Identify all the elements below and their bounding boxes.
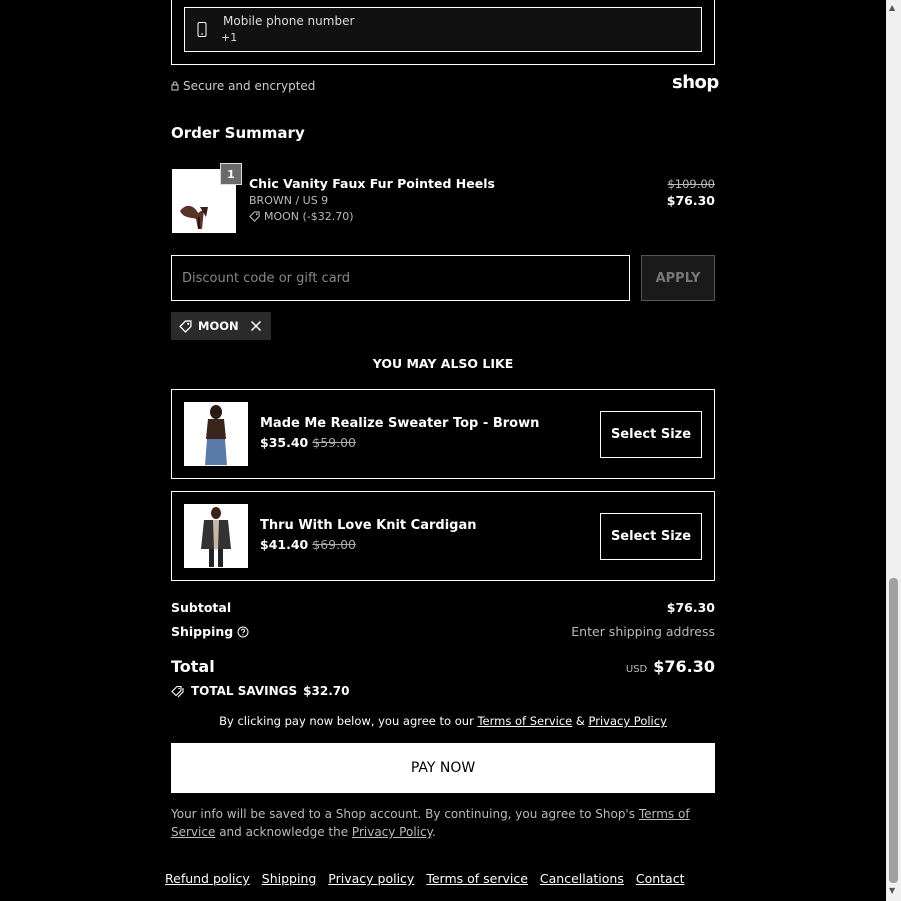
shop-account-info: Your info will be saved to a Shop accoun…: [171, 805, 715, 841]
recommendation-image: [184, 402, 248, 466]
agreement-text: By clicking pay now below, you agree to …: [171, 714, 715, 728]
shipping-value: Enter shipping address: [571, 624, 715, 639]
remove-code-close-icon[interactable]: [249, 319, 263, 333]
info-mid: and acknowledge the: [219, 825, 349, 839]
tags-icon: [171, 685, 184, 697]
currency-code: USD: [625, 664, 648, 675]
select-size-button[interactable]: Select Size: [600, 411, 702, 458]
recommendations-heading: YOU MAY ALSO LIKE: [372, 356, 514, 371]
recommendation-prices: $41.40 $69.00: [260, 537, 356, 552]
shop-logo: shop: [672, 72, 719, 93]
recommendation-price: $35.40: [260, 435, 309, 450]
footer-link-terms-of-service[interactable]: Terms of service: [426, 871, 528, 886]
phone-label: Mobile phone number: [223, 14, 355, 28]
privacy-policy-link[interactable]: Privacy Policy: [589, 714, 667, 728]
recommendation-old-price: $59.00: [312, 435, 356, 450]
quantity-badge: 1: [220, 163, 242, 185]
subtotal-value: $76.30: [666, 600, 715, 615]
footer-link-privacy-policy[interactable]: Privacy policy: [328, 871, 414, 886]
scroll-down-arrow-icon[interactable]: ▼: [889, 886, 895, 895]
recommendation-card: Thru With Love Knit Cardigan $41.40 $69.0…: [171, 491, 715, 581]
recommendation-price: $41.40: [260, 537, 309, 552]
agreement-prefix: By clicking pay now below, you agree to …: [219, 714, 474, 728]
shipping-label: Shipping: [171, 624, 234, 639]
scroll-up-arrow-icon[interactable]: ▲: [889, 3, 895, 12]
savings-value: $32.70: [303, 684, 350, 698]
savings-label: TOTAL SAVINGS: [191, 684, 298, 698]
total-label: Total: [171, 657, 215, 676]
recommendation-image: [184, 504, 248, 568]
product-name: Chic Vanity Faux Fur Pointed Heels: [249, 176, 495, 191]
shipping-row: Shipping: [171, 624, 249, 639]
shop-privacy-link[interactable]: Privacy Policy: [352, 825, 432, 839]
product-price: $76.30: [666, 193, 715, 208]
footer-link-contact[interactable]: Contact: [636, 871, 685, 886]
footer-link-shipping[interactable]: Shipping: [262, 871, 317, 886]
mobile-phone-icon: [197, 22, 207, 37]
product-discount: MOON (-$32.70): [249, 210, 354, 223]
secure-text: Secure and encrypted: [183, 79, 316, 93]
recommendation-old-price: $69.00: [312, 537, 356, 552]
total-savings: TOTAL SAVINGS $32.70: [171, 684, 349, 698]
tag-icon: [179, 319, 192, 333]
recommendation-name: Made Me Realize Sweater Top - Brown: [260, 416, 540, 431]
product-discount-text: MOON (-$32.70): [264, 210, 354, 223]
terms-of-service-link[interactable]: Terms of Service: [477, 714, 572, 728]
order-summary-title: Order Summary: [171, 124, 305, 142]
product-original-price: $109.00: [667, 177, 715, 191]
select-size-button[interactable]: Select Size: [600, 513, 702, 560]
secure-note: Secure and encrypted: [171, 79, 315, 93]
subtotal-label: Subtotal: [171, 600, 232, 615]
total-amount: USD $76.30: [626, 657, 715, 676]
info-end: .: [432, 825, 436, 839]
footer-link-refund-policy[interactable]: Refund policy: [165, 871, 250, 886]
discount-code-input[interactable]: [171, 255, 630, 301]
recommendation-name: Thru With Love Knit Cardigan: [260, 518, 477, 533]
applied-code-text: MOON: [198, 319, 239, 333]
agreement-amp: &: [575, 714, 585, 728]
lock-icon: [171, 81, 179, 91]
phone-country-prefix: +1: [221, 31, 238, 44]
help-circle-icon[interactable]: [237, 626, 249, 638]
recommendation-card: Made Me Realize Sweater Top - Brown $35.…: [171, 389, 715, 479]
tag-icon: [249, 211, 260, 222]
scrollbar-thumb[interactable]: [889, 578, 898, 883]
checkout-page: Mobile phone number +1 Secure and encryp…: [0, 0, 886, 901]
pay-now-button[interactable]: PAY NOW: [171, 743, 715, 793]
applied-code-chip: MOON: [171, 312, 271, 340]
footer-link-cancellations[interactable]: Cancellations: [540, 871, 624, 886]
apply-button[interactable]: APPLY: [641, 255, 715, 301]
footer-links: Refund policy Shipping Privacy policy Te…: [165, 871, 685, 886]
total-value: $76.30: [653, 657, 715, 676]
recommendation-prices: $35.40 $59.00: [260, 435, 356, 450]
info-prefix: Your info will be saved to a Shop accoun…: [171, 807, 635, 821]
product-variant: BROWN / US 9: [249, 194, 329, 207]
